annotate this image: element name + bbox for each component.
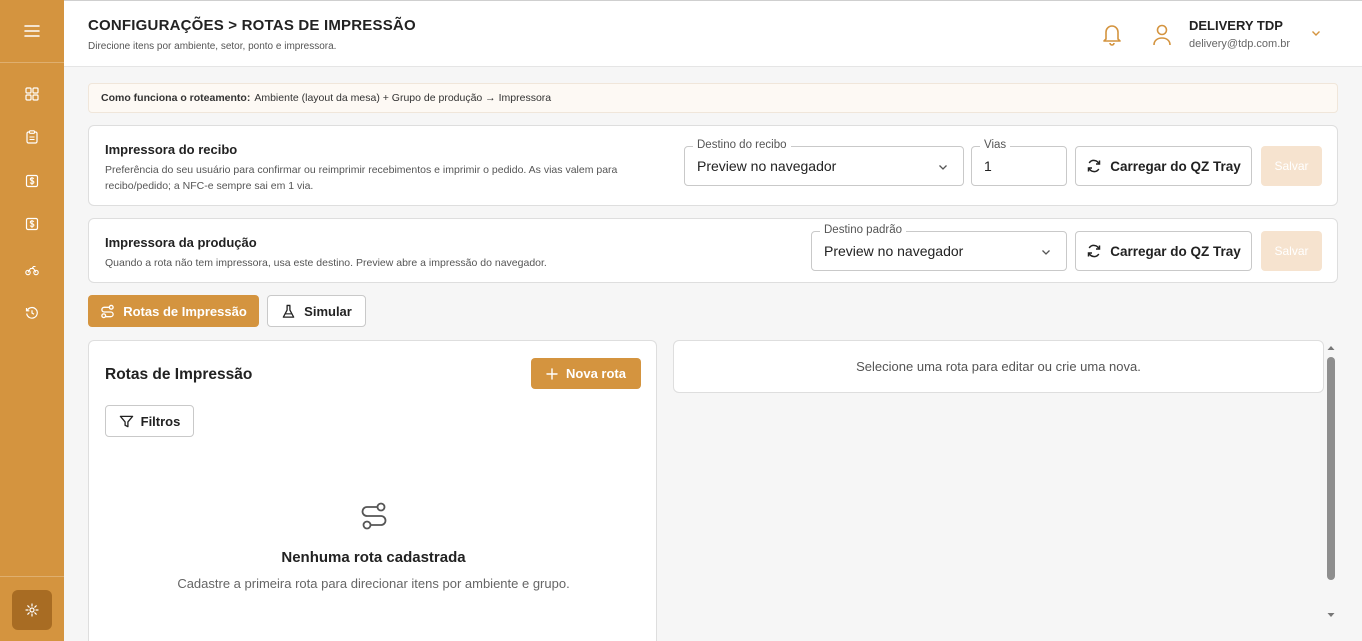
production-printer-description: Quando a rota não tem impressora, usa es… xyxy=(105,257,547,269)
sidebar-item-dashboard[interactable] xyxy=(0,82,64,106)
sidebar-divider xyxy=(0,576,64,577)
chevron-down-icon xyxy=(1042,250,1050,255)
tab-simulate[interactable]: Simular xyxy=(267,295,366,327)
new-route-button[interactable]: Nova rota xyxy=(531,358,641,389)
routes-panel: Rotas de Impressão Nova rota Filtros Nen… xyxy=(88,340,657,641)
empty-state-description: Cadastre a primeira rota para direcionar… xyxy=(177,576,570,591)
editor-placeholder-text: Selecione uma rota para editar ou crie u… xyxy=(856,359,1141,374)
motorcycle-icon xyxy=(25,265,39,276)
flask-icon xyxy=(282,304,295,318)
receipt-save-button[interactable]: Salvar xyxy=(1261,146,1322,186)
sidebar-item-delivery[interactable] xyxy=(0,258,64,282)
hamburger-icon xyxy=(24,25,40,37)
receipt-destination-select[interactable]: Destino do recibo Preview no navegador xyxy=(684,139,964,186)
user-icon[interactable] xyxy=(1150,21,1174,47)
empty-state-title: Nenhuma rota cadastrada xyxy=(281,549,466,566)
user-email: delivery@tdp.com.br xyxy=(1189,38,1291,50)
chevron-down-icon xyxy=(939,165,947,170)
clipboard-icon xyxy=(26,130,38,144)
sidebar xyxy=(0,0,64,641)
production-load-qz-tray-label: Carregar do QZ Tray xyxy=(1110,243,1241,259)
menu-toggle-button[interactable] xyxy=(0,0,64,63)
production-save-button[interactable]: Salvar xyxy=(1261,231,1322,271)
sidebar-item-orders[interactable] xyxy=(0,125,64,149)
plus-icon xyxy=(546,367,558,380)
info-text: Ambiente (layout da mesa) + Grupo de pro… xyxy=(254,92,552,104)
user-name[interactable]: DELIVERY TDP xyxy=(1189,18,1283,33)
sidebar-item-settings[interactable] xyxy=(12,590,52,630)
tab-simulate-label: Simular xyxy=(304,303,352,319)
receipt-destination-label: Destino do recibo xyxy=(693,139,791,151)
production-destination-label: Destino padrão xyxy=(820,224,906,236)
route-editor-panel: Selecione uma rota para editar ou crie u… xyxy=(673,340,1324,393)
sidebar-item-cashier[interactable] xyxy=(0,212,64,236)
routing-info-bar: Como funciona o roteamento: Ambiente (la… xyxy=(88,83,1338,113)
receipt-printer-card: Impressora do recibo Preferência do seu … xyxy=(88,125,1338,206)
new-route-label: Nova rota xyxy=(566,366,626,381)
info-label: Como funciona o roteamento: xyxy=(101,92,251,104)
scrollbar-thumb[interactable] xyxy=(1327,357,1335,580)
bell-icon[interactable] xyxy=(1100,21,1124,47)
receipt-printer-description: Preferência do seu usuário para confirma… xyxy=(105,164,618,192)
production-printer-card: Impressora da produção Quando a rota não… xyxy=(88,218,1338,283)
filter-icon xyxy=(119,415,133,427)
page-title: CONFIGURAÇÕES > ROTAS DE IMPRESSÃO xyxy=(88,17,416,34)
grid-icon xyxy=(25,87,39,101)
sidebar-item-history[interactable] xyxy=(0,301,64,325)
receipt-load-qz-tray-button[interactable]: Carregar do QZ Tray xyxy=(1075,146,1252,186)
filters-button[interactable]: Filtros xyxy=(105,405,194,437)
receipt-load-qz-tray-label: Carregar do QZ Tray xyxy=(1110,158,1241,174)
production-destination-value: Preview no navegador xyxy=(824,243,964,259)
chevron-down-icon[interactable] xyxy=(1310,27,1322,39)
sidebar-item-finance[interactable] xyxy=(0,169,64,193)
receipt-destination-value: Preview no navegador xyxy=(697,158,837,174)
top-header: CONFIGURAÇÕES > ROTAS DE IMPRESSÃO Direc… xyxy=(64,0,1362,67)
gear-icon xyxy=(25,603,39,617)
receipt-printer-title: Impressora do recibo xyxy=(105,142,238,157)
routes-title: Rotas de Impressão xyxy=(105,366,253,383)
scroll-up-arrow-icon[interactable] xyxy=(1326,343,1336,353)
history-icon xyxy=(25,306,38,319)
route-icon xyxy=(101,304,114,318)
copies-input[interactable]: Vias 1 xyxy=(971,139,1067,186)
production-printer-title: Impressora da produção xyxy=(105,235,257,250)
refresh-icon xyxy=(1087,159,1101,173)
scroll-down-arrow-icon[interactable] xyxy=(1326,610,1336,620)
page-subtitle: Direcione itens por ambiente, setor, pon… xyxy=(88,41,337,52)
money-icon xyxy=(25,217,39,231)
production-destination-select[interactable]: Destino padrão Preview no navegador xyxy=(811,224,1067,271)
copies-value: 1 xyxy=(984,158,992,174)
copies-label: Vias xyxy=(980,139,1011,151)
filters-label: Filtros xyxy=(140,413,181,429)
route-icon xyxy=(361,502,387,530)
tab-print-routes-label: Rotas de Impressão xyxy=(123,303,247,319)
production-load-qz-tray-button[interactable]: Carregar do QZ Tray xyxy=(1075,231,1252,271)
money-icon xyxy=(25,174,39,188)
tab-print-routes[interactable]: Rotas de Impressão xyxy=(88,295,259,327)
refresh-icon xyxy=(1087,244,1101,258)
